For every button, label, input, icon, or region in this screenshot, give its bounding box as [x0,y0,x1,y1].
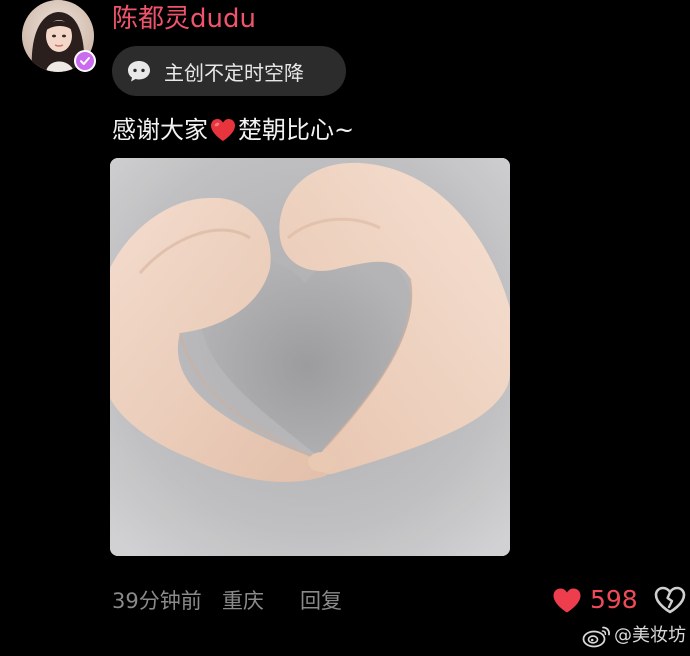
chat-bubble-icon [128,61,150,82]
author-name[interactable]: 陈都灵dudu [112,2,256,36]
post-text-end: 楚朝比心~ [238,116,355,144]
heart-icon [553,588,581,612]
watermark-text: @美妆坊 [614,625,686,646]
creator-tag[interactable]: 主创不定时空降 [112,46,346,96]
heart-hands-photo [110,158,510,556]
broken-heart-icon [654,586,686,614]
dislike-button[interactable] [654,586,686,614]
creator-tag-label: 主创不定时空降 [164,60,304,85]
verified-badge-icon [74,50,96,72]
comment-location: 重庆 [222,589,264,613]
comment-card: 陈都灵dudu 主创不定时空降 感谢大家 楚朝比心~ 39分钟前 重庆 回复 5… [0,0,690,656]
comment-time: 39分钟前 [112,589,202,613]
post-image[interactable] [110,158,510,556]
like-button[interactable]: 598 [552,584,638,616]
reply-button[interactable]: 回复 [300,587,342,615]
weibo-icon [582,626,610,648]
post-text-start: 感谢大家 [112,116,208,144]
watermark: @美妆坊 [582,624,686,648]
red-heart-emoji-icon [209,117,237,143]
like-count: 598 [590,585,638,614]
post-text: 感谢大家 楚朝比心~ [112,112,354,148]
